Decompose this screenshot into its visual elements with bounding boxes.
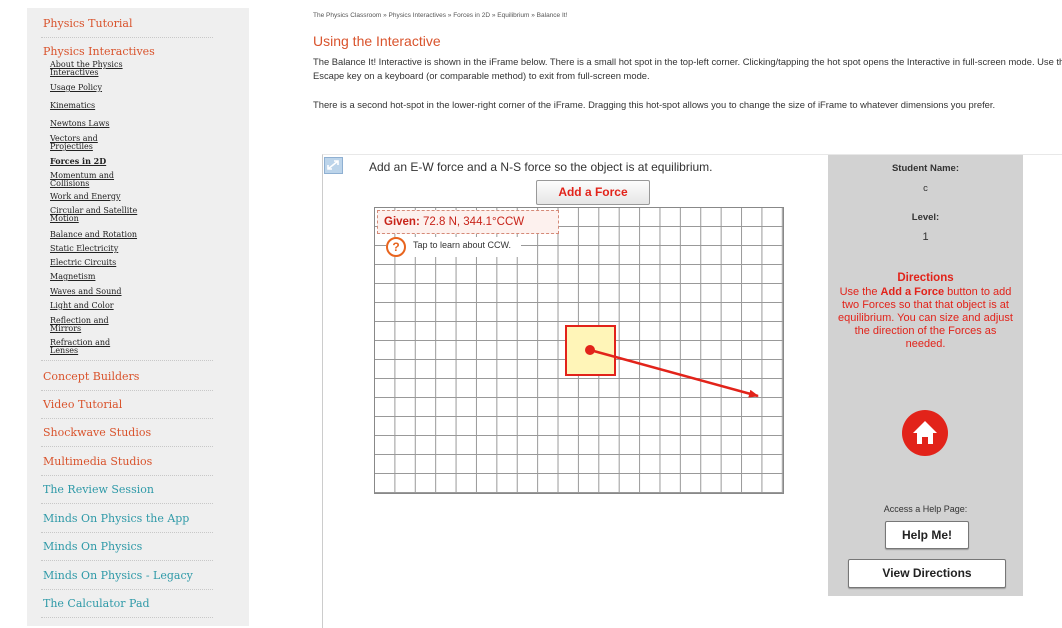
home-button[interactable] (902, 410, 948, 456)
breadcrumb-link[interactable]: Forces in 2D (453, 12, 490, 19)
view-directions-button[interactable]: View Directions (848, 559, 1006, 588)
ccw-help-link[interactable]: ? Tap to learn about CCW. (386, 237, 521, 257)
help-page-label: Access a Help Page: (883, 504, 968, 514)
sidebar-item-vectors-and-projectiles[interactable]: Vectors and Projectiles (50, 135, 98, 151)
sidebar-item-balance-and-rotation[interactable]: Balance and Rotation (50, 231, 137, 239)
sidebar-item-label: About the Physics Interactives (50, 60, 123, 77)
sidebar-section-the-review-session[interactable]: The Review Session (43, 483, 154, 496)
sidebar-section-multimedia-studios[interactable]: Multimedia Studios (43, 455, 152, 468)
add-force-button[interactable]: Add a Force (536, 180, 650, 205)
breadcrumb-link[interactable]: Equilibrium (497, 12, 529, 19)
sidebar-divider (41, 360, 213, 361)
directions-text: Use the Add a Force button to add two Fo… (838, 286, 1013, 351)
sidebar-item-waves-and-sound[interactable]: Waves and Sound (50, 288, 122, 296)
breadcrumb-current: Balance It! (536, 12, 568, 19)
breadcrumb-separator: » (381, 12, 389, 19)
sidebar-divider (41, 446, 213, 447)
given-force-box: Given: 72.8 N, 344.1°CCW (377, 210, 559, 234)
sidebar-divider (41, 418, 213, 419)
sidebar-section-video-tutorial[interactable]: Video Tutorial (43, 398, 122, 411)
sidebar-item-label: Momentum and Collisions (50, 171, 115, 188)
sidebar-item-forces-in-2d[interactable]: Forces in 2D (50, 157, 106, 165)
directions-text-part: Use the (839, 286, 881, 298)
level-value: 1 (922, 231, 929, 243)
sidebar-divider (41, 503, 213, 504)
student-name-value: c (923, 183, 928, 194)
sidebar-item-static-electricity[interactable]: Static Electricity (50, 245, 118, 253)
directions-title: Directions (897, 272, 954, 284)
hotspot-paragraph: There is a second hot-spot in the lower-… (313, 99, 996, 110)
instruction-text: Add an E-W force and a N-S force so the … (369, 160, 713, 174)
sidebar-divider (41, 617, 213, 618)
directions-button-ref: Add a Force (880, 286, 945, 298)
level-label: Level: (911, 212, 940, 223)
control-panel: Student Name: c Level: 1 Directions Use … (828, 155, 1023, 596)
sidebar-item-kinematics[interactable]: Kinematics (50, 102, 95, 110)
given-label: Given: (384, 216, 420, 228)
help-me-button[interactable]: Help Me! (885, 521, 969, 549)
fullscreen-hotspot-icon[interactable] (324, 157, 343, 174)
student-name-label: Student Name: (891, 163, 960, 174)
sidebar-item-usage-policy[interactable]: Usage Policy (50, 84, 102, 92)
sidebar-item-circular-and-satellite-motion[interactable]: Circular and Satellite Motion (50, 207, 137, 223)
breadcrumb-link[interactable]: Physics Interactives (389, 12, 446, 19)
sidebar-item-light-and-color[interactable]: Light and Color (50, 302, 114, 310)
sidebar-divider (41, 475, 213, 476)
sidebar-divider (41, 589, 213, 590)
ccw-help-text[interactable]: Tap to learn about CCW. (413, 240, 511, 250)
home-icon (913, 421, 937, 444)
sidebar-section-physics-tutorial[interactable]: Physics Tutorial (43, 17, 132, 30)
sidebar-divider (41, 532, 213, 533)
breadcrumb: The Physics Classroom » Physics Interact… (313, 12, 567, 19)
sidebar-item-momentum-and-collisions[interactable]: Momentum and Collisions (50, 172, 114, 188)
sidebar-divider (41, 37, 213, 38)
sidebar: Physics Tutorial Physics Interactives Ab… (27, 8, 249, 626)
sidebar-item-magnetism[interactable]: Magnetism (50, 273, 95, 281)
sidebar-item-reflection-and-mirrors[interactable]: Reflection and Mirrors (50, 317, 109, 333)
sidebar-section-minds-on-physics-the-app[interactable]: Minds On Physics the App (43, 512, 189, 525)
sidebar-section-physics-interactives[interactable]: Physics Interactives (43, 45, 155, 58)
sidebar-item-label: Refraction and Lenses (50, 338, 111, 355)
sidebar-section-minds-on-physics[interactable]: Minds On Physics (43, 540, 142, 553)
sidebar-section-shockwave-studios[interactable]: Shockwave Studios (43, 426, 151, 439)
sidebar-item-label: Reflection and Mirrors (50, 316, 109, 333)
equilibrium-object (565, 325, 616, 376)
sidebar-section-minds-on-physics-legacy[interactable]: Minds On Physics - Legacy (43, 569, 193, 582)
sidebar-item-label: Circular and Satellite Motion (50, 206, 138, 223)
breadcrumb-separator: » (529, 12, 537, 19)
sidebar-item-newtons-laws[interactable]: Newtons Laws (50, 120, 109, 128)
sidebar-section-the-calculator-pad[interactable]: The Calculator Pad (43, 597, 150, 610)
sidebar-item-refraction-and-lenses[interactable]: Refraction and Lenses (50, 339, 110, 355)
page-title: Using the Interactive (313, 33, 441, 49)
sidebar-divider (41, 560, 213, 561)
breadcrumb-link[interactable]: The Physics Classroom (313, 12, 381, 19)
sidebar-item-work-and-energy[interactable]: Work and Energy (50, 193, 121, 201)
sidebar-item-electric-circuits[interactable]: Electric Circuits (50, 259, 116, 267)
sidebar-item-about-the-physics-interactives[interactable]: About the Physics Interactives (50, 61, 123, 77)
sidebar-item-label: Vectors and Projectiles (50, 134, 98, 151)
intro-paragraph: The Balance It! Interactive is shown in … (313, 56, 1062, 81)
question-circle-icon[interactable]: ? (386, 237, 406, 257)
given-value: 72.8 N, 344.1°CCW (423, 216, 525, 228)
sidebar-section-concept-builders[interactable]: Concept Builders (43, 370, 139, 383)
sidebar-divider (41, 390, 213, 391)
